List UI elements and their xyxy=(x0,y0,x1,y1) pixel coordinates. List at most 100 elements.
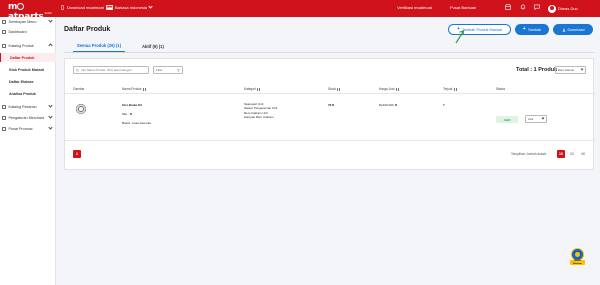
sort-icon xyxy=(257,87,261,91)
sidebar-item-label: Katalog Pesanan xyxy=(8,104,37,109)
download-app-label: Download moatmoat xyxy=(67,5,104,10)
sidebar-item-daftar-produk[interactable]: Daftar Produk xyxy=(0,53,56,62)
language-label: Bahasa Indonesia xyxy=(115,5,148,10)
edit-icon[interactable] xyxy=(394,104,397,106)
column-header[interactable]: Stock xyxy=(328,87,341,91)
sort-label: Baru Masuk xyxy=(558,68,575,72)
user-name: Dimas Duo xyxy=(558,6,578,11)
column-header: Gambar xyxy=(73,87,85,91)
tab-divider xyxy=(64,52,594,53)
sidebar-item-label: Daftar Etalase xyxy=(9,79,34,84)
column-header[interactable]: Kategori xyxy=(244,87,261,91)
verify-link[interactable]: Verifikasi moatmoat xyxy=(397,5,432,10)
category-item: Sistem Pengereman Unit xyxy=(244,106,278,111)
sort-icon xyxy=(453,87,457,91)
stock-value: 76 xyxy=(328,103,332,107)
edit-icon[interactable] xyxy=(129,113,132,115)
sort-icon xyxy=(143,87,146,91)
sidebar-item-katalog-produk[interactable]: Katalog Produk xyxy=(0,41,56,50)
promo-icon xyxy=(2,126,6,131)
column-header[interactable]: Nama Produk xyxy=(122,87,146,91)
sidebar: Semboyan Menu Dashboard Katalog Produk D… xyxy=(0,17,56,285)
chevron-down-icon xyxy=(48,124,53,130)
add-label: Tambah xyxy=(527,27,542,32)
sidebar-item-label: Pengaturan Merchant xyxy=(8,115,44,120)
filter-button[interactable]: Filter xyxy=(153,66,183,74)
search-field[interactable] xyxy=(73,66,149,74)
bell-icon xyxy=(520,4,526,10)
notification-button[interactable] xyxy=(520,4,526,10)
filter-icon xyxy=(177,68,180,72)
search-icon xyxy=(76,68,79,72)
page-title: Daftar Produk xyxy=(64,26,111,33)
help-floating-button[interactable]: Butuh Bantuan xyxy=(570,248,585,266)
table-header: Gambar Nama Produk Kategori Stock Harga … xyxy=(65,84,595,94)
column-header-label: Stock xyxy=(328,87,336,91)
tab-semua-produk[interactable]: Semua Produk (26) (1) xyxy=(73,40,125,52)
user-menu[interactable]: Dimas Duo xyxy=(548,4,578,13)
table-row: Stor Brake Kit Sku : Brand : kuas Gemuke… xyxy=(65,95,595,141)
row-action-dropdown[interactable]: Atur xyxy=(525,115,547,123)
sidebar-item-label: Stok Produk Massal xyxy=(9,67,45,72)
add-button[interactable]: + Tambah xyxy=(515,24,549,35)
chat-button[interactable] xyxy=(534,4,540,10)
download-button[interactable]: Download xyxy=(553,24,593,35)
product-name[interactable]: Stor Brake Kit xyxy=(122,103,142,107)
download-app-link[interactable]: Download moatmoat xyxy=(60,5,104,10)
column-header-label: Gambar xyxy=(73,87,85,91)
product-name-cell: Stor Brake Kit xyxy=(122,103,142,107)
sidebar-item-analisa-produk[interactable]: Analisa Produk xyxy=(0,89,56,98)
sidebar-item-katalog-pesanan[interactable]: Katalog Pesanan xyxy=(0,102,56,111)
top-bar: matparts Seller Download moatmoat Bahasa… xyxy=(0,0,600,22)
sidebar-item-daftar-etalase[interactable]: Daftar Etalase xyxy=(0,77,56,86)
product-thumbnail[interactable] xyxy=(76,104,86,114)
sort-select[interactable]: Baru Masuk xyxy=(555,66,586,74)
sku-label: Sku : xyxy=(122,112,129,116)
page-size-option[interactable]: 10 xyxy=(557,150,565,158)
cart-icon xyxy=(2,104,6,109)
edit-icon[interactable] xyxy=(332,104,335,106)
price-cell: Rp100.000 xyxy=(379,103,397,107)
help-center-link[interactable]: Pusat Bantuan xyxy=(450,5,476,10)
product-sku: Sku : xyxy=(122,112,132,116)
column-header[interactable]: Terjual xyxy=(443,87,457,91)
column-header-label: Status xyxy=(496,87,506,91)
sold-cell: 7 xyxy=(443,103,445,107)
phone-icon xyxy=(61,5,64,10)
sidebar-item-pengaturan-merchant[interactable]: Pengaturan Merchant xyxy=(0,113,56,122)
tab-aktif[interactable]: Aktif (9) (1) xyxy=(142,40,164,52)
chevron-down-icon xyxy=(48,17,53,23)
language-selector[interactable]: Bahasa Indonesia xyxy=(106,4,153,10)
sidebar-item-label: Analisa Produk xyxy=(9,91,36,96)
column-header-label: Kategori xyxy=(244,87,256,91)
menu-icon xyxy=(2,19,6,24)
sidebar-item-pusat-promosi[interactable]: Pusat Promosi xyxy=(0,124,56,133)
sidebar-item-stok-produk-massal[interactable]: Stok Produk Massal xyxy=(0,65,56,74)
category-item: Kampas Rem Cakram xyxy=(244,114,274,119)
search-input[interactable] xyxy=(80,67,147,73)
download-label: Download xyxy=(567,27,585,32)
tab-label: Semua Produk (26) (1) xyxy=(76,43,122,48)
add-manual-label: Tambah Produk Manual xyxy=(461,27,503,32)
verify-label: Verifikasi moatmoat xyxy=(397,5,432,10)
page-size-option[interactable]: 40 xyxy=(579,150,587,158)
tab-label: Aktif (9) (1) xyxy=(142,43,164,49)
pointer-arrow-icon xyxy=(455,30,465,44)
sidebar-item-dashboard[interactable]: Dashboard xyxy=(0,27,56,36)
flag-icon xyxy=(106,5,113,10)
category-cell: Sparepart Unit Sistem Pengereman Unit Re… xyxy=(244,102,277,119)
column-header[interactable]: Harga Jual xyxy=(379,87,399,91)
sidebar-item-semboyan[interactable]: Semboyan Menu xyxy=(0,17,56,26)
page-size-option[interactable]: 20 xyxy=(568,150,576,158)
product-brand: Brand : kuas Gemuke xyxy=(122,121,151,125)
page-number-current[interactable]: 1 xyxy=(73,150,81,158)
chevron-down-icon xyxy=(580,67,584,71)
store-button[interactable] xyxy=(505,4,511,10)
sidebar-item-label: Semboyan Menu xyxy=(8,19,37,24)
chat-icon xyxy=(534,4,540,10)
status-badge[interactable]: Aktif xyxy=(496,116,518,123)
brand-logo[interactable]: matparts Seller xyxy=(8,2,54,22)
row-action-label: Atur xyxy=(528,117,534,121)
column-header-label: Harga Jual xyxy=(379,87,395,91)
settings-icon xyxy=(2,115,6,120)
